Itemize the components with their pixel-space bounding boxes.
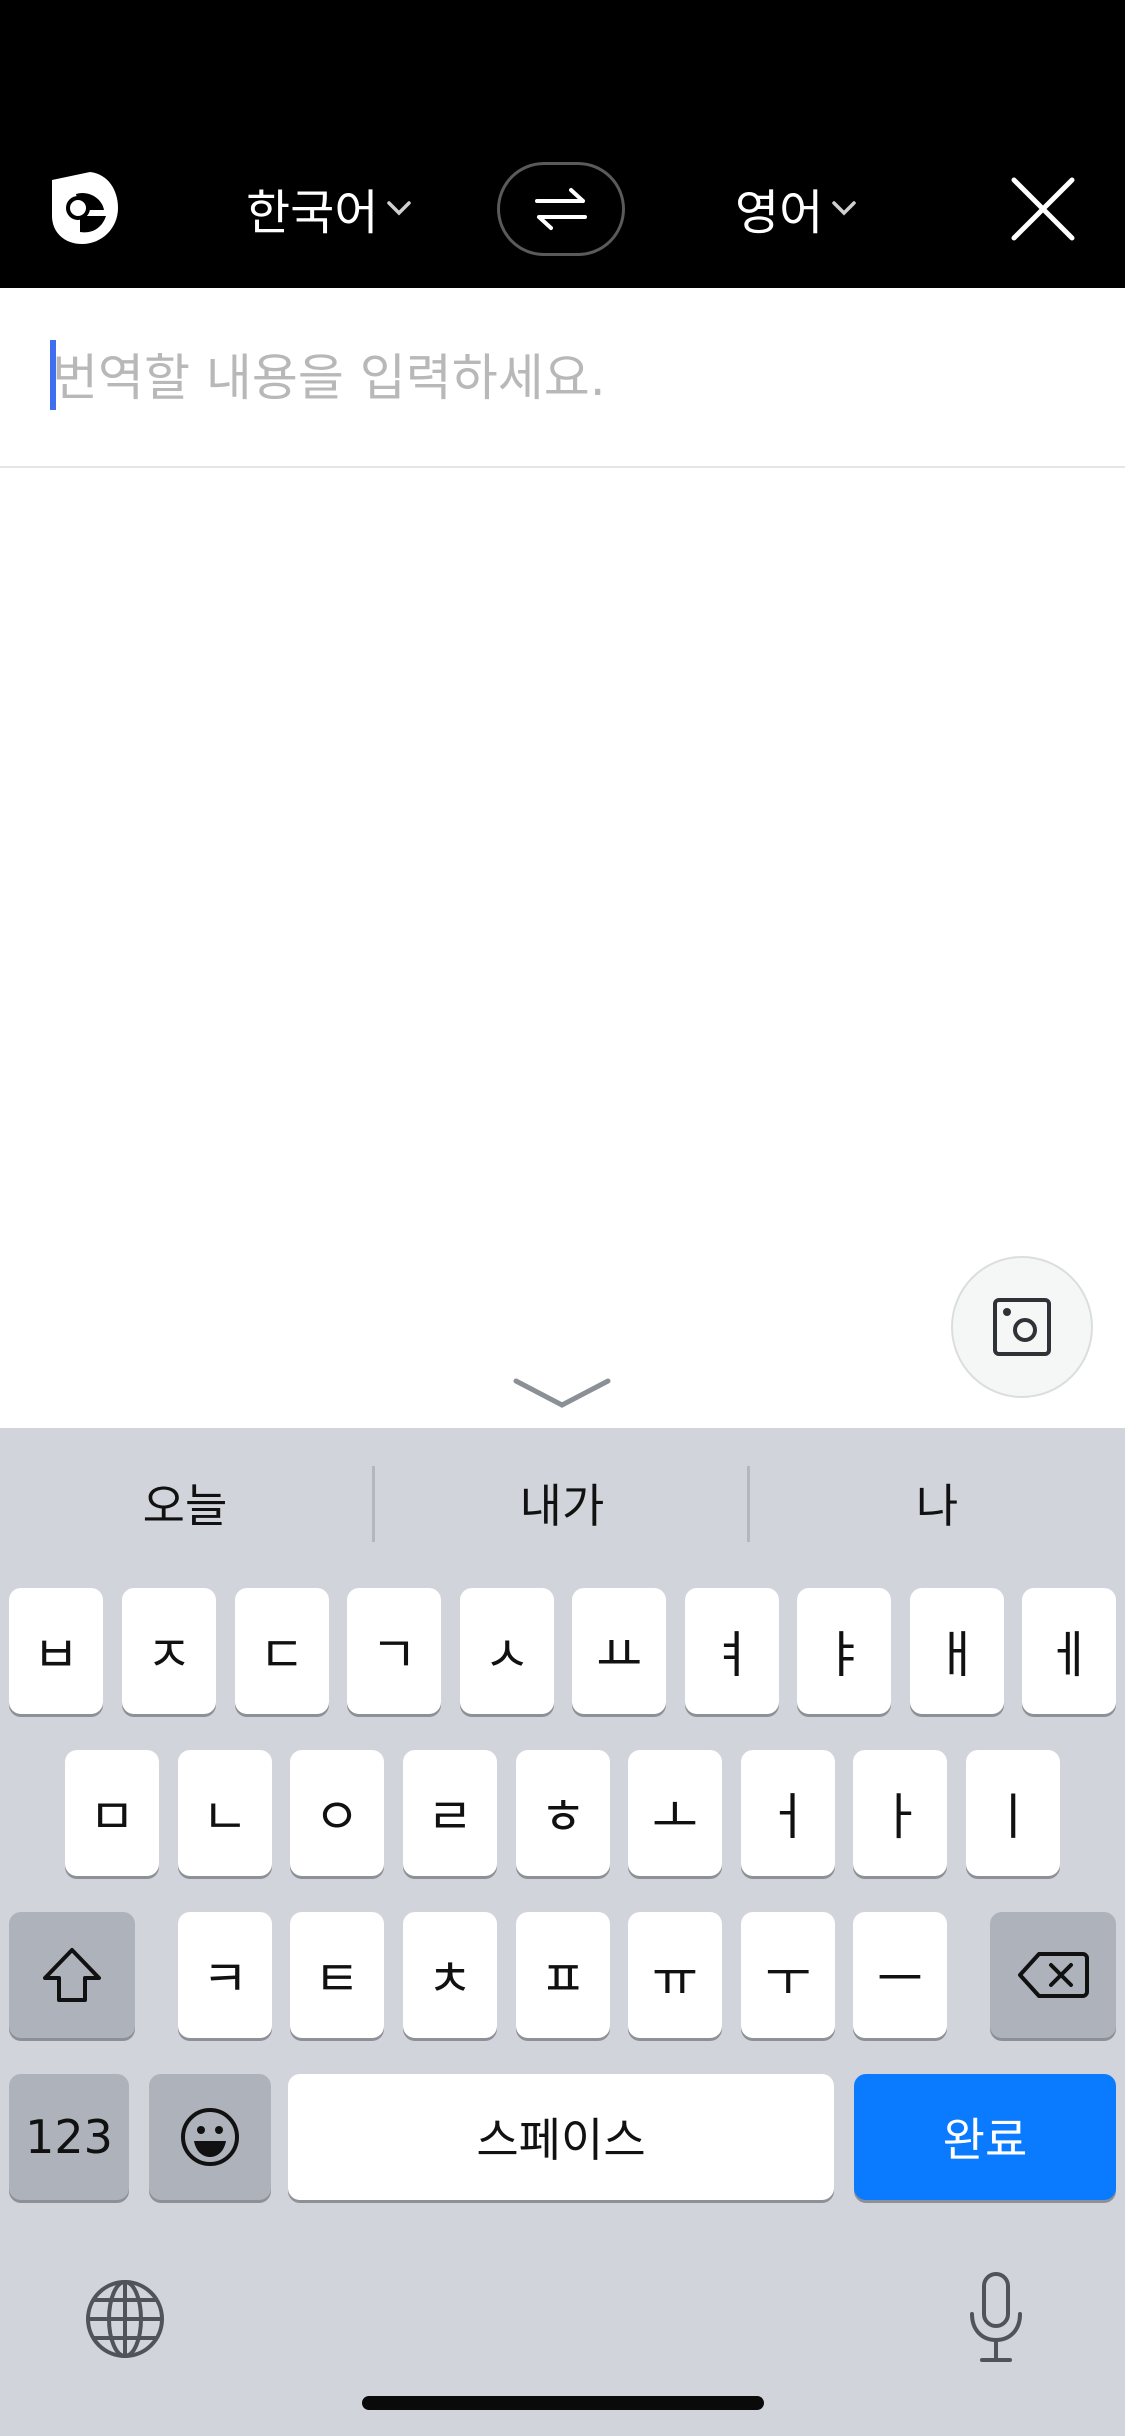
key-ㅜ[interactable]: ㅜ bbox=[741, 1912, 835, 2038]
keyboard: 오늘 내가 나 ㅂ ㅈ ㄷ ㄱ ㅅ ㅛ ㅕ ㅑ ㅐ ㅔ ㅁ ㄴ ㅇ ㄹ ㅎ ㅗ … bbox=[0, 1428, 1125, 2436]
emoji-icon bbox=[181, 2108, 239, 2166]
chevron-down-icon bbox=[832, 201, 857, 216]
key-ㅏ[interactable]: ㅏ bbox=[853, 1750, 947, 1876]
delete-key[interactable] bbox=[990, 1912, 1116, 2038]
key-ㅣ[interactable]: ㅣ bbox=[966, 1750, 1060, 1876]
swap-languages-button[interactable] bbox=[497, 162, 625, 256]
key-ㄴ[interactable]: ㄴ bbox=[178, 1750, 272, 1876]
camera-photo-icon bbox=[993, 1298, 1051, 1356]
source-language-label: 한국어 bbox=[246, 185, 379, 241]
top-bar: 한국어 영어 bbox=[0, 0, 1125, 288]
key-ㄱ[interactable]: ㄱ bbox=[347, 1588, 441, 1714]
key-ㅔ[interactable]: ㅔ bbox=[1022, 1588, 1116, 1714]
key-ㅐ[interactable]: ㅐ bbox=[910, 1588, 1004, 1714]
close-icon[interactable] bbox=[1010, 176, 1076, 242]
key-ㅂ[interactable]: ㅂ bbox=[9, 1588, 103, 1714]
shift-icon bbox=[43, 1948, 101, 2002]
suggestion-2[interactable]: 내가 bbox=[377, 1428, 747, 1578]
photo-translate-button[interactable] bbox=[951, 1256, 1093, 1398]
home-indicator bbox=[362, 2396, 764, 2410]
target-language-label: 영어 bbox=[735, 185, 824, 241]
input-placeholder: 번역할 내용을 입력하세요. bbox=[52, 349, 606, 407]
key-ㅅ[interactable]: ㅅ bbox=[460, 1588, 554, 1714]
swap-arrows-icon bbox=[535, 188, 587, 230]
shift-key[interactable] bbox=[9, 1912, 135, 2038]
key-ㄷ[interactable]: ㄷ bbox=[235, 1588, 329, 1714]
key-ㅓ[interactable]: ㅓ bbox=[741, 1750, 835, 1876]
chevron-down-icon[interactable] bbox=[512, 1375, 612, 1415]
microphone-icon[interactable] bbox=[966, 2270, 1026, 2366]
space-key[interactable]: 스페이스 bbox=[288, 2074, 834, 2200]
suggestion-3[interactable]: 나 bbox=[752, 1428, 1122, 1578]
key-ㅍ[interactable]: ㅍ bbox=[516, 1912, 610, 2038]
globe-icon[interactable] bbox=[84, 2278, 166, 2360]
key-ㅕ[interactable]: ㅕ bbox=[685, 1588, 779, 1714]
source-language-selector[interactable]: 한국어 bbox=[246, 170, 412, 246]
papago-logo-icon[interactable] bbox=[44, 170, 120, 246]
key-ㅌ[interactable]: ㅌ bbox=[290, 1912, 384, 2038]
key-ㅊ[interactable]: ㅊ bbox=[403, 1912, 497, 2038]
target-language-selector[interactable]: 영어 bbox=[735, 170, 857, 246]
suggestion-divider bbox=[372, 1466, 375, 1542]
key-ㄹ[interactable]: ㄹ bbox=[403, 1750, 497, 1876]
key-ㅛ[interactable]: ㅛ bbox=[572, 1588, 666, 1714]
suggestion-1[interactable]: 오늘 bbox=[0, 1428, 370, 1578]
key-ㅇ[interactable]: ㅇ bbox=[290, 1750, 384, 1876]
key-ㅁ[interactable]: ㅁ bbox=[65, 1750, 159, 1876]
key-ㅑ[interactable]: ㅑ bbox=[797, 1588, 891, 1714]
key-ㅋ[interactable]: ㅋ bbox=[178, 1912, 272, 2038]
translation-input-field[interactable]: 번역할 내용을 입력하세요. bbox=[0, 288, 1125, 468]
suggestion-divider bbox=[747, 1466, 750, 1542]
emoji-key[interactable] bbox=[149, 2074, 271, 2200]
done-key[interactable]: 완료 bbox=[854, 2074, 1116, 2200]
backspace-icon bbox=[1018, 1952, 1089, 1998]
key-ㅗ[interactable]: ㅗ bbox=[628, 1750, 722, 1876]
key-ㅡ[interactable]: ㅡ bbox=[853, 1912, 947, 2038]
chevron-down-icon bbox=[387, 201, 412, 216]
key-ㅠ[interactable]: ㅠ bbox=[628, 1912, 722, 2038]
key-ㅈ[interactable]: ㅈ bbox=[122, 1588, 216, 1714]
numbers-key[interactable]: 123 bbox=[9, 2074, 129, 2200]
key-ㅎ[interactable]: ㅎ bbox=[516, 1750, 610, 1876]
